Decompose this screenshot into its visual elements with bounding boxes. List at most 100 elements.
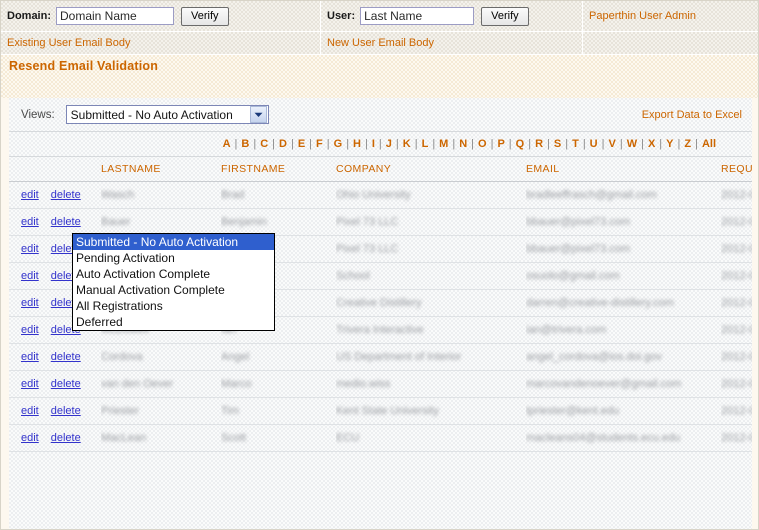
- alphabet-link-u[interactable]: U: [586, 138, 602, 150]
- views-label: Views:: [21, 108, 55, 121]
- user-input[interactable]: [360, 7, 475, 25]
- alphabet-link-c[interactable]: C: [256, 138, 272, 150]
- views-option[interactable]: All Registrations: [73, 298, 274, 314]
- cell-company: medio.wiss: [336, 370, 526, 398]
- delete-link[interactable]: delete: [51, 378, 81, 390]
- alphabet-link-z[interactable]: Z: [680, 138, 695, 150]
- cell-firstname: Angel: [221, 343, 336, 371]
- new-user-email-body-link[interactable]: New User Email Body: [327, 37, 434, 49]
- delete-link[interactable]: delete: [51, 351, 81, 363]
- domain-label: Domain:: [7, 10, 51, 22]
- alphabet-link-t[interactable]: T: [568, 138, 583, 150]
- alphabet-link-e[interactable]: E: [294, 138, 309, 150]
- cell-email: bradleeffrasch@gmail.com: [526, 181, 721, 209]
- alphabet-link-x[interactable]: X: [644, 138, 659, 150]
- alphabet-link-h[interactable]: H: [349, 138, 365, 150]
- views-option[interactable]: Auto Activation Complete: [73, 266, 274, 282]
- alphabet-link-i[interactable]: I: [368, 138, 379, 150]
- row-actions-cell: edit delete: [9, 343, 101, 371]
- cell-requestdate: 2012-05-01 09:53:10: [721, 397, 752, 425]
- alphabet-link-a[interactable]: A: [219, 138, 235, 150]
- redacted-value: ECU: [336, 432, 360, 444]
- edit-link[interactable]: edit: [21, 432, 39, 444]
- cell-company: Trivera Interactive: [336, 316, 526, 344]
- redacted-value: bradleeffrasch@gmail.com: [526, 189, 657, 201]
- table-row: edit delete Cordova Angel US Department of I…: [9, 343, 752, 371]
- delete-link[interactable]: delete: [51, 405, 81, 417]
- edit-link[interactable]: edit: [21, 243, 39, 255]
- redacted-value: 2012-06-13 08:06:17: [721, 189, 752, 201]
- header-firstname[interactable]: FIRSTNAME: [221, 157, 336, 182]
- alphabet-link-b[interactable]: B: [237, 138, 253, 150]
- alphabet-link-all[interactable]: All: [698, 138, 720, 150]
- edit-link[interactable]: edit: [21, 351, 39, 363]
- domain-verify-button[interactable]: Verify: [181, 6, 229, 26]
- edit-link[interactable]: edit: [21, 324, 39, 336]
- redacted-value: Brad: [221, 189, 245, 201]
- alphabet-link-q[interactable]: Q: [512, 138, 529, 150]
- alphabet-link-d[interactable]: D: [275, 138, 291, 150]
- cell-email: tpriester@kent.edu: [526, 397, 721, 425]
- alphabet-link-l[interactable]: L: [418, 138, 433, 150]
- page-title: Resend Email Validation: [9, 59, 159, 73]
- alphabet-link-v[interactable]: V: [604, 138, 619, 150]
- header-company[interactable]: COMPANY: [336, 157, 526, 182]
- views-dropdown-open-list[interactable]: Submitted - No Auto Activation Pending Ac…: [72, 233, 275, 331]
- header-requestdate-label: REQUESTDATE: [721, 163, 752, 175]
- delete-link[interactable]: delete: [51, 216, 81, 228]
- alphabet-link-n[interactable]: N: [455, 138, 471, 150]
- row-actions-cell: edit delete: [9, 370, 101, 398]
- alphabet-link-w[interactable]: W: [623, 138, 641, 150]
- redacted-value: 2012-05-01 09:53:10: [721, 405, 752, 417]
- cell-lastname: MacLean: [101, 424, 221, 452]
- user-verify-button[interactable]: Verify: [481, 6, 529, 26]
- existing-user-email-body-link[interactable]: Existing User Email Body: [7, 37, 131, 49]
- redacted-value: Pixel 73 LLC: [336, 216, 399, 228]
- cell-lastname: Bauer: [101, 208, 221, 236]
- alphabet-link-g[interactable]: G: [330, 138, 347, 150]
- edit-link[interactable]: edit: [21, 216, 39, 228]
- edit-link[interactable]: edit: [21, 297, 39, 309]
- redacted-value: Marco: [221, 378, 252, 390]
- chevron-down-icon[interactable]: [249, 106, 267, 123]
- alphabet-link-k[interactable]: K: [399, 138, 415, 150]
- redacted-value: Tim: [221, 405, 239, 417]
- alphabet-link-s[interactable]: S: [550, 138, 565, 150]
- domain-input[interactable]: [56, 7, 174, 25]
- header-requestdate[interactable]: REQUESTDATE: [721, 157, 752, 182]
- paperthin-user-admin-link[interactable]: Paperthin User Admin: [589, 10, 696, 22]
- application-window: Domain: Verify User: Verify Paperthin Us…: [0, 0, 759, 530]
- views-option[interactable]: Manual Activation Complete: [73, 282, 274, 298]
- alphabet-link-f[interactable]: F: [312, 138, 327, 150]
- cell-company: Pixel 73 LLC: [336, 235, 526, 263]
- redacted-value: Pixel 73 LLC: [336, 243, 399, 255]
- cell-email: bbauer@pixel73.com: [526, 208, 721, 236]
- alphabet-link-o[interactable]: O: [474, 138, 491, 150]
- alphabet-link-j[interactable]: J: [382, 138, 396, 150]
- edit-link[interactable]: edit: [21, 270, 39, 282]
- redacted-value: Cordova: [101, 351, 143, 363]
- redacted-value: ian@trivera.com: [526, 324, 607, 336]
- cell-firstname: Tim: [221, 397, 336, 425]
- edit-link[interactable]: edit: [21, 189, 39, 201]
- alphabet-link-r[interactable]: R: [531, 138, 547, 150]
- views-option[interactable]: Submitted - No Auto Activation: [73, 234, 274, 250]
- edit-link[interactable]: edit: [21, 405, 39, 417]
- cell-lastname: van den Oever: [101, 370, 221, 398]
- cell-firstname: Marco: [221, 370, 336, 398]
- delete-link[interactable]: delete: [51, 432, 81, 444]
- cell-lastname: Cordova: [101, 343, 221, 371]
- views-select[interactable]: Submitted - No Auto Activation: [65, 105, 269, 124]
- alphabet-link-p[interactable]: P: [493, 138, 508, 150]
- header-email[interactable]: EMAIL: [526, 157, 721, 182]
- views-option[interactable]: Deferred: [73, 314, 274, 330]
- header-lastname[interactable]: LASTNAME: [101, 157, 221, 182]
- alphabet-link-m[interactable]: M: [435, 138, 452, 150]
- redacted-value: Bauer: [101, 216, 131, 228]
- cell-requestdate: 2012-06-12 01:23:43: [721, 208, 752, 236]
- views-option[interactable]: Pending Activation: [73, 250, 274, 266]
- export-data-to-excel-link[interactable]: Export Data to Excel: [642, 109, 742, 121]
- alphabet-link-y[interactable]: Y: [662, 138, 677, 150]
- delete-link[interactable]: delete: [51, 189, 81, 201]
- edit-link[interactable]: edit: [21, 378, 39, 390]
